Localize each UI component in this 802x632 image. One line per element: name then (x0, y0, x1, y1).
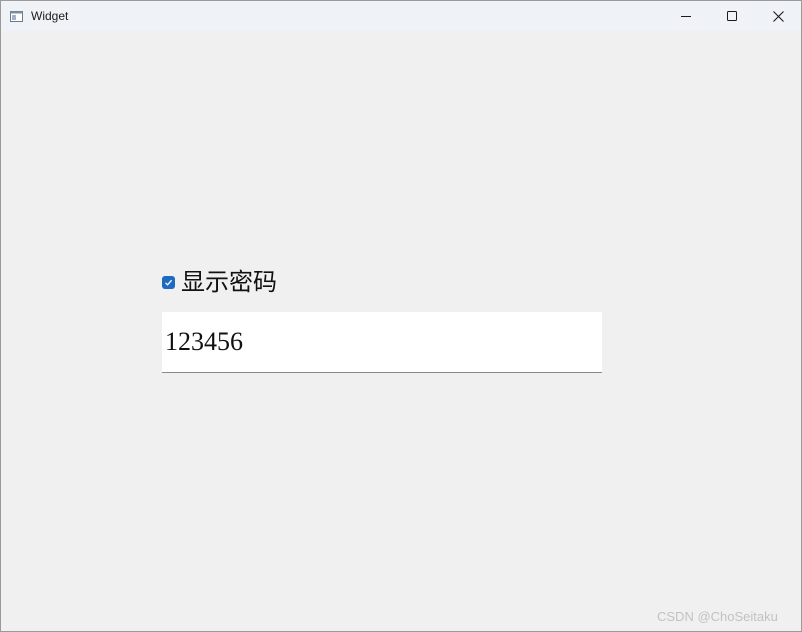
app-window-icon (10, 9, 23, 22)
close-button[interactable] (755, 1, 801, 31)
password-input[interactable] (162, 312, 602, 373)
title-bar[interactable]: Widget (1, 1, 801, 31)
maximize-button[interactable] (709, 1, 755, 31)
minimize-button[interactable] (663, 1, 709, 31)
checkbox-checked-indicator[interactable] (162, 275, 175, 289)
checkmark-icon (165, 279, 173, 286)
close-icon (772, 10, 784, 22)
maximize-icon (727, 11, 737, 21)
minimize-icon (681, 11, 691, 21)
watermark-text: CSDN @ChoSeitaku (657, 609, 778, 624)
show-password-checkbox[interactable]: 显示密码 (162, 267, 277, 297)
app-window: Widget 显示密码 CSDN @ChoSeitaku (0, 0, 802, 632)
show-password-label[interactable]: 显示密码 (181, 267, 277, 297)
window-title: Widget (31, 9, 69, 23)
